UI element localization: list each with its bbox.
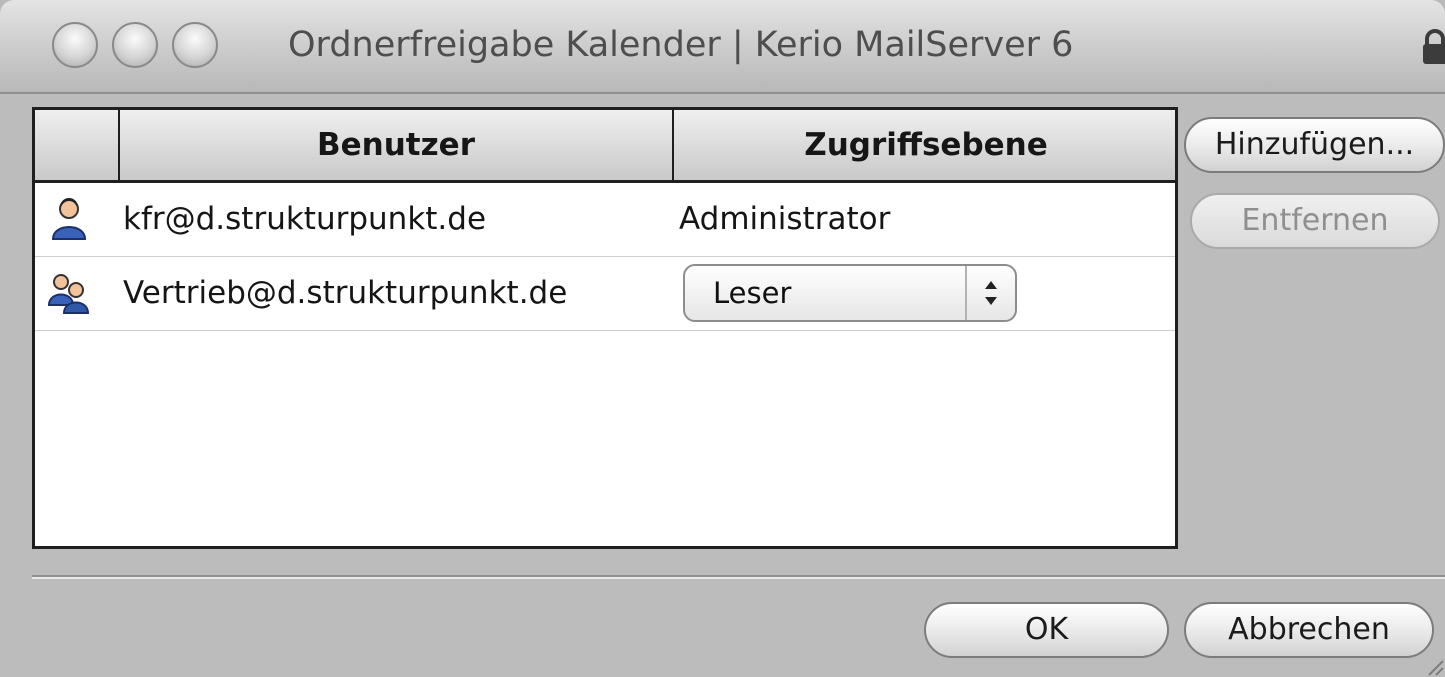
user-email: Vertrieb@d.strukturpunkt.de [123, 275, 568, 311]
user-email: kfr@d.strukturpunkt.de [123, 201, 487, 237]
zoom-window-button[interactable] [172, 22, 218, 68]
window-title: Ordnerfreigabe Kalender | Kerio MailServ… [288, 25, 1074, 65]
add-user-button[interactable]: Hinzufügen... [1184, 117, 1445, 173]
dialog-window: Ordnerfreigabe Kalender | Kerio MailServ… [0, 0, 1445, 677]
table-row[interactable]: kfr@d.strukturpunkt.de Administrator [35, 183, 1175, 257]
title-bar[interactable]: Ordnerfreigabe Kalender | Kerio MailServ… [0, 0, 1445, 94]
resize-grip-icon[interactable] [1421, 653, 1445, 677]
cancel-button[interactable]: Abbrechen [1184, 602, 1434, 658]
access-level-selected-value: Leser [713, 276, 792, 310]
close-window-button[interactable] [52, 22, 98, 68]
lock-icon [1423, 29, 1445, 64]
access-level-text: Administrator [679, 201, 891, 237]
ok-button[interactable]: OK [924, 602, 1169, 658]
sharing-table[interactable]: Benutzer Zugriffsebene kfr@d.strukturpun… [32, 107, 1178, 549]
single-user-icon [51, 198, 87, 240]
group-icon [47, 274, 90, 314]
table-header: Benutzer Zugriffsebene [35, 110, 1175, 183]
footer-divider [32, 575, 1445, 579]
icon-column-header[interactable] [35, 110, 118, 180]
remove-user-button[interactable]: Entfernen [1190, 193, 1440, 249]
column-header-user[interactable]: Benutzer [118, 110, 672, 180]
minimize-window-button[interactable] [112, 22, 158, 68]
table-row[interactable]: Vertrieb@d.strukturpunkt.de Leser [35, 257, 1175, 331]
access-level-select[interactable]: Leser [683, 264, 1017, 322]
column-header-access-level[interactable]: Zugriffsebene [672, 110, 1178, 180]
select-arrows-icon [965, 266, 1015, 320]
